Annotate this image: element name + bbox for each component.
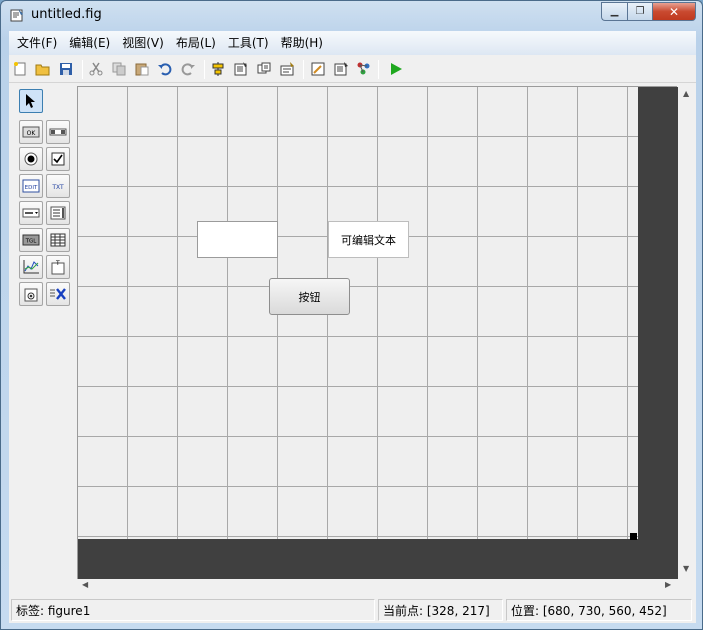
minimize-icon: ▁	[610, 6, 619, 17]
editor-icon[interactable]	[309, 60, 327, 78]
copy-icon[interactable]	[110, 60, 128, 78]
popup-menu-tool[interactable]	[19, 201, 43, 225]
tab-order-icon[interactable]	[255, 60, 273, 78]
status-tag-text: 标签: figure1	[16, 603, 91, 618]
menu-editor-icon[interactable]	[232, 60, 250, 78]
close-button[interactable]: ✕	[652, 2, 696, 21]
cut-icon[interactable]	[87, 60, 105, 78]
open-folder-icon[interactable]	[34, 60, 52, 78]
svg-text:T: T	[55, 260, 60, 267]
new-file-icon[interactable]	[11, 60, 29, 78]
align-icon[interactable]	[209, 60, 227, 78]
activex-tool[interactable]	[46, 282, 70, 306]
svg-text:TXT: TXT	[51, 184, 64, 191]
static-text-label: 可编辑文本	[341, 233, 396, 247]
table-icon	[50, 233, 66, 247]
guide-window: untitled.fig ▁ ❐ ✕ 文件(F) 编辑(E) 视图(V) 布局(…	[0, 0, 703, 630]
checkbox-tool[interactable]	[46, 147, 70, 171]
table-tool[interactable]	[46, 228, 70, 252]
layout-grid[interactable]	[78, 87, 638, 539]
static-text-icon: TXT	[51, 184, 64, 191]
toolbar-separator	[204, 60, 205, 79]
status-bar: 标签: figure1 当前点: [328, 217] 位置: [680, 73…	[9, 597, 696, 623]
scroll-up-icon[interactable]: ▲	[683, 89, 689, 98]
slider-icon	[49, 128, 67, 136]
slider-tool[interactable]	[46, 120, 70, 144]
status-current-point: 当前点: [328, 217]	[378, 599, 503, 621]
svg-text:EDIT: EDIT	[25, 185, 38, 191]
menu-tools[interactable]: 工具(T)	[222, 32, 275, 54]
svg-text:OK: OK	[27, 130, 37, 137]
push-button-label: 按钮	[298, 290, 321, 304]
menu-file[interactable]: 文件(F)	[11, 32, 63, 54]
panel-icon: T	[51, 260, 65, 275]
vertical-scrollbar[interactable]: ▲ ▼	[678, 86, 695, 579]
button-group-tool[interactable]	[19, 282, 43, 306]
static-text-component[interactable]: 可编辑文本	[328, 221, 409, 258]
listbox-tool[interactable]	[46, 201, 70, 225]
static-text-tool[interactable]: TXT	[46, 174, 70, 198]
listbox-icon	[50, 206, 66, 220]
scroll-right-icon[interactable]: ▶	[665, 580, 671, 589]
window-title: untitled.fig	[31, 7, 102, 22]
menu-layout[interactable]: 布局(L)	[170, 32, 222, 54]
close-icon: ✕	[668, 4, 680, 19]
pointer-icon	[26, 94, 35, 108]
toolbar-separator	[378, 60, 379, 79]
axes-icon	[23, 260, 39, 274]
edit-text-component[interactable]	[197, 221, 278, 258]
svg-text:TGL: TGL	[25, 239, 38, 245]
toggle-button-tool[interactable]: TGL	[19, 228, 43, 252]
toolbar	[9, 55, 696, 83]
toolbar-editor-icon[interactable]	[278, 60, 296, 78]
paste-icon[interactable]	[133, 60, 151, 78]
undo-icon[interactable]	[156, 60, 174, 78]
horizontal-scrollbar[interactable]: ◀ ▶	[77, 579, 678, 593]
canvas-outside-bottom	[78, 539, 678, 579]
push-button-tool[interactable]: OK	[19, 120, 43, 144]
activex-icon	[50, 288, 66, 300]
radio-icon	[24, 152, 38, 166]
edit-text-icon: EDIT	[22, 179, 40, 193]
component-palette: OK EDIT TXT TGL T	[9, 83, 75, 593]
client-area: 文件(F) 编辑(E) 视图(V) 布局(L) 工具(T) 帮助(H) OK E…	[9, 31, 696, 623]
layout-canvas[interactable]: 可编辑文本 按钮	[77, 86, 678, 579]
menu-view[interactable]: 视图(V)	[116, 32, 170, 54]
checkbox-icon	[51, 152, 65, 166]
toolbar-separator	[82, 60, 83, 79]
fig-file-icon	[10, 9, 23, 22]
run-icon[interactable]	[387, 60, 405, 78]
axes-tool[interactable]	[19, 255, 43, 279]
property-inspector-icon[interactable]	[332, 60, 350, 78]
radio-button-tool[interactable]	[19, 147, 43, 171]
scroll-left-icon[interactable]: ◀	[82, 580, 88, 589]
toggle-button-icon: TGL	[22, 234, 40, 246]
figure-resize-handle[interactable]	[630, 533, 637, 540]
object-browser-icon[interactable]	[355, 60, 373, 78]
edit-text-tool[interactable]: EDIT	[19, 174, 43, 198]
maximize-icon: ❐	[635, 6, 645, 17]
button-group-icon	[24, 288, 38, 302]
status-current-point-text: 当前点: [328, 217]	[383, 603, 490, 618]
status-position: 位置: [680, 730, 560, 452]	[506, 599, 692, 621]
maximize-button[interactable]: ❐	[627, 2, 652, 21]
menu-edit[interactable]: 编辑(E)	[63, 32, 116, 54]
save-icon[interactable]	[57, 60, 75, 78]
minimize-button[interactable]: ▁	[601, 2, 627, 21]
select-tool[interactable]	[19, 89, 43, 113]
toolbar-separator	[303, 60, 304, 79]
scroll-down-icon[interactable]: ▼	[683, 564, 689, 573]
status-position-text: 位置: [680, 730, 560, 452]	[511, 603, 667, 618]
push-button-component[interactable]: 按钮	[269, 278, 350, 315]
push-button-icon: OK	[22, 126, 40, 138]
menu-bar: 文件(F) 编辑(E) 视图(V) 布局(L) 工具(T) 帮助(H)	[9, 31, 696, 55]
redo-icon[interactable]	[179, 60, 197, 78]
panel-tool[interactable]: T	[46, 255, 70, 279]
menu-help[interactable]: 帮助(H)	[275, 32, 329, 54]
canvas-outside-right	[638, 87, 678, 539]
status-tag: 标签: figure1	[11, 599, 375, 621]
popup-menu-icon	[22, 208, 40, 218]
title-bar[interactable]: untitled.fig ▁ ❐ ✕	[1, 1, 702, 31]
